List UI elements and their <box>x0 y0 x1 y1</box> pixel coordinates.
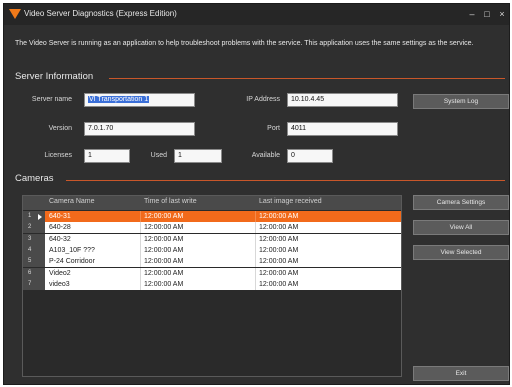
system-log-button[interactable]: System Log <box>413 94 509 109</box>
camera-name-cell: Video2 <box>49 269 71 277</box>
time-of-last-write-cell: 12:00:00 AM <box>144 280 184 288</box>
cameras-heading: Cameras <box>15 173 54 184</box>
section-divider <box>109 78 505 79</box>
last-image-received-cell: 12:00:00 AM <box>259 213 299 220</box>
row-number: 2 <box>28 224 32 231</box>
table-row[interactable]: 4 A103_10F ??? 12:00:00 AM 12:00:00 AM <box>23 244 401 256</box>
time-of-last-write-cell: 12:00:00 AM <box>144 224 184 232</box>
exit-button[interactable]: Exit <box>413 366 509 381</box>
available-label: Available <box>251 152 280 159</box>
column-divider <box>255 244 256 256</box>
row-header[interactable]: 1 <box>23 211 45 222</box>
table-header: Camera Name Time of last write Last imag… <box>23 196 401 210</box>
last-image-received-cell: 12:00:00 AM <box>259 224 299 232</box>
server-name-value: VI Transportation 1 <box>88 96 150 103</box>
column-divider <box>255 278 256 290</box>
column-divider <box>140 244 141 256</box>
column-divider <box>140 256 141 268</box>
view-selected-button[interactable]: View Selected <box>413 245 509 260</box>
column-header-time-of-last-write[interactable]: Time of last write <box>144 198 197 205</box>
camera-settings-button[interactable]: Camera Settings <box>413 195 509 210</box>
row-header[interactable]: 4 <box>23 244 45 256</box>
column-header-camera-name[interactable]: Camera Name <box>49 198 95 205</box>
row-number: 7 <box>28 280 32 287</box>
app-logo-icon <box>9 9 21 19</box>
last-image-received-cell: 12:00:00 AM <box>259 280 299 288</box>
ip-address-field[interactable]: 10.10.4.45 <box>287 93 398 107</box>
licenses-field[interactable]: 1 <box>84 149 130 163</box>
column-divider <box>140 267 141 279</box>
camera-name-cell: 640-32 <box>49 235 71 243</box>
used-label: Used <box>150 152 167 159</box>
column-divider <box>255 233 256 245</box>
column-divider <box>140 211 141 222</box>
camera-name-cell: A103_10F ??? <box>49 246 95 254</box>
row-number: 6 <box>28 269 32 276</box>
row-number: 1 <box>28 213 32 219</box>
row-header[interactable]: 2 <box>23 222 45 234</box>
maximize-button[interactable]: □ <box>480 7 494 21</box>
row-header[interactable]: 5 <box>23 256 45 268</box>
time-of-last-write-cell: 12:00:00 AM <box>144 258 184 266</box>
time-of-last-write-cell: 12:00:00 AM <box>144 213 184 220</box>
server-name-label: Server name <box>31 96 72 103</box>
description-text: The Video Server is running as an applic… <box>15 40 474 47</box>
time-of-last-write-cell: 12:00:00 AM <box>144 269 184 277</box>
version-label: Version <box>48 125 72 132</box>
licenses-label: Licenses <box>44 152 72 159</box>
column-divider <box>255 222 256 234</box>
cameras-table[interactable]: Camera Name Time of last write Last imag… <box>22 195 402 377</box>
last-image-received-cell: 12:00:00 AM <box>259 246 299 254</box>
row-header[interactable]: 7 <box>23 278 45 290</box>
time-of-last-write-cell: 12:00:00 AM <box>144 235 184 243</box>
port-label: Port <box>267 125 280 132</box>
port-field[interactable]: 4011 <box>287 122 398 136</box>
table-row[interactable]: 1 640-31 12:00:00 AM 12:00:00 AM <box>23 211 401 222</box>
table-row[interactable]: 3 640-32 12:00:00 AM 12:00:00 AM <box>23 233 401 245</box>
row-header[interactable]: 3 <box>23 233 45 245</box>
camera-name-cell: P-24 Corridoor <box>49 258 95 266</box>
title-bar: Video Server Diagnostics (Express Editio… <box>4 4 509 25</box>
column-divider <box>255 267 256 279</box>
column-divider <box>140 233 141 245</box>
available-field[interactable]: 0 <box>287 149 333 163</box>
row-number: 5 <box>28 258 32 265</box>
window-title: Video Server Diagnostics (Express Editio… <box>24 9 177 18</box>
row-number: 3 <box>28 235 32 242</box>
close-button[interactable]: × <box>495 7 509 21</box>
last-image-received-cell: 12:00:00 AM <box>259 235 299 243</box>
time-of-last-write-cell: 12:00:00 AM <box>144 246 184 254</box>
table-row[interactable]: 2 640-28 12:00:00 AM 12:00:00 AM <box>23 222 401 234</box>
camera-name-cell: 640-31 <box>49 213 71 220</box>
column-divider <box>140 278 141 290</box>
ip-address-label: IP Address <box>246 96 280 103</box>
minimize-button[interactable]: – <box>465 7 479 21</box>
app-window: Video Server Diagnostics (Express Editio… <box>3 3 510 385</box>
last-image-received-cell: 12:00:00 AM <box>259 269 299 277</box>
server-name-field[interactable]: VI Transportation 1 <box>84 93 195 107</box>
row-number: 4 <box>28 246 32 253</box>
column-divider <box>255 211 256 222</box>
camera-name-cell: 640-28 <box>49 224 71 232</box>
camera-name-cell: video3 <box>49 280 70 288</box>
column-divider <box>255 256 256 268</box>
used-field[interactable]: 1 <box>174 149 222 163</box>
table-row[interactable]: 6 Video2 12:00:00 AM 12:00:00 AM <box>23 267 401 279</box>
column-header-last-image-received[interactable]: Last image received <box>259 198 322 205</box>
version-field[interactable]: 7.0.1.70 <box>84 122 195 136</box>
server-information-heading: Server Information <box>15 71 94 82</box>
section-divider <box>66 180 505 181</box>
column-divider <box>140 222 141 234</box>
table-row[interactable]: 5 P-24 Corridoor 12:00:00 AM 12:00:00 AM <box>23 256 401 268</box>
last-image-received-cell: 12:00:00 AM <box>259 258 299 266</box>
view-all-button[interactable]: View All <box>413 220 509 235</box>
row-header[interactable]: 6 <box>23 267 45 279</box>
row-pointer-icon <box>38 214 42 220</box>
table-row[interactable]: 7 video3 12:00:00 AM 12:00:00 AM <box>23 278 401 290</box>
